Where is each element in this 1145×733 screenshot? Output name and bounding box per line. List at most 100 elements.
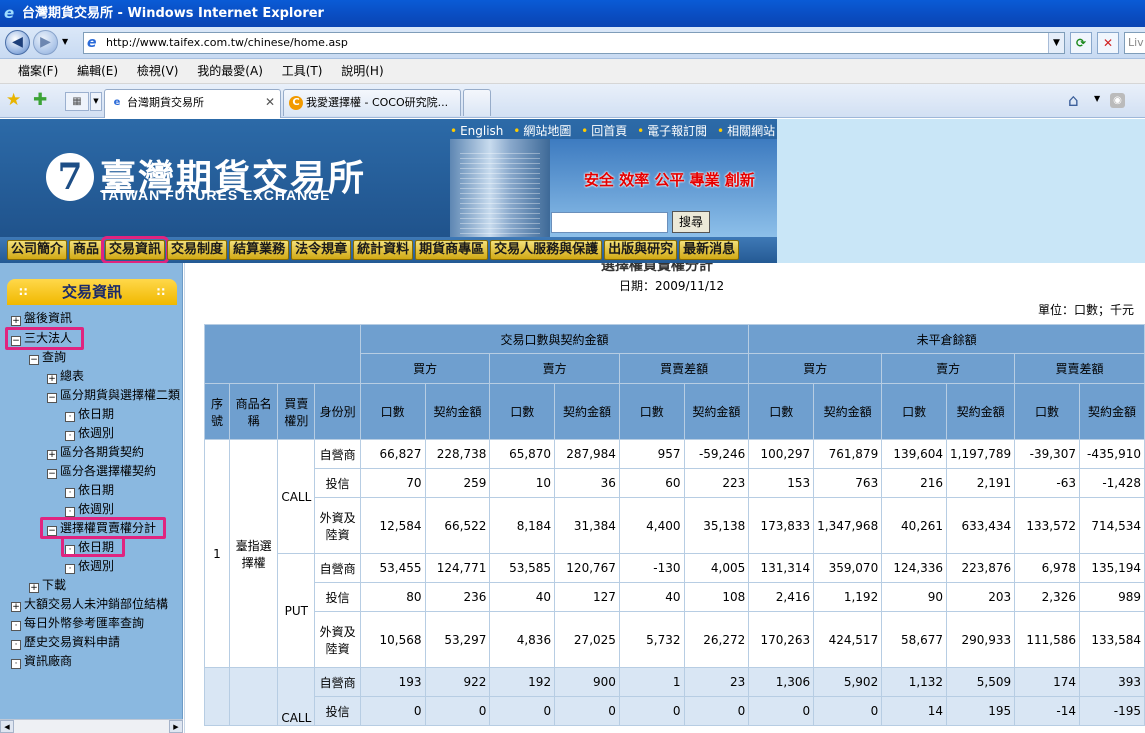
history-dropdown-icon[interactable]: ▼ <box>62 37 68 46</box>
tree-by-week[interactable]: · 依週別 <box>65 559 114 574</box>
nav-fcm[interactable]: 期貨商專區 <box>415 240 489 260</box>
tree-download[interactable]: + 下載 <box>29 578 66 593</box>
site-search-button[interactable]: 搜尋 <box>672 211 710 233</box>
report-title: 選擇權買賣權分計 <box>601 263 713 274</box>
refresh-button[interactable]: ⟳ <box>1070 32 1092 54</box>
tree-fx-rates[interactable]: · 每日外幣參考匯率查詢 <box>11 616 144 631</box>
menu-view[interactable]: 檢視(V) <box>137 59 179 83</box>
close-tab-icon[interactable]: ✕ <box>265 90 275 115</box>
link-sitemap[interactable]: 網站地圖 <box>523 124 571 138</box>
nav-trading-system[interactable]: 交易制度 <box>167 240 228 260</box>
tree-historical-data[interactable]: · 歷史交易資料申請 <box>11 635 120 650</box>
url-dropdown-icon[interactable]: ▼ <box>1048 33 1064 53</box>
menu-favorites[interactable]: 我的最愛(A) <box>197 59 263 83</box>
value-cell: 1 <box>618 667 685 697</box>
nav-news[interactable]: 最新消息 <box>679 240 740 260</box>
collapse-icon[interactable]: − <box>47 393 57 403</box>
expand-icon[interactable]: + <box>29 583 39 593</box>
tab-taifex[interactable]: e 台灣期貨交易所 ✕ <box>104 89 281 118</box>
nav-statistics[interactable]: 統計資料 <box>353 240 414 260</box>
value-cell: 120,767 <box>554 553 620 583</box>
header-open-interest: 未平倉餘額 <box>748 324 1145 354</box>
tree-vendors[interactable]: · 資訊廠商 <box>11 654 72 669</box>
identity-cell: 自營商 <box>314 667 361 697</box>
quick-tabs-icon[interactable]: ▦ <box>65 92 89 111</box>
new-tab-button[interactable] <box>463 89 491 116</box>
nav-clearing[interactable]: 結算業務 <box>229 240 290 260</box>
bullet-icon: • <box>717 124 725 138</box>
tree-summary[interactable]: + 總表 <box>47 369 84 384</box>
tree-label: 依週別 <box>78 559 115 573</box>
bullet-icon: • <box>637 124 645 138</box>
menu-help[interactable]: 說明(H) <box>341 59 383 83</box>
collapse-icon[interactable]: − <box>29 355 39 365</box>
value-cell: 4,005 <box>683 553 750 583</box>
value-cell: 714,534 <box>1078 497 1145 554</box>
favorites-star-icon[interactable]: ★ <box>6 90 21 110</box>
nav-investor-protection[interactable]: 交易人服務與保護 <box>490 240 603 260</box>
value-cell: -59,246 <box>683 439 750 469</box>
expand-icon[interactable]: + <box>11 602 21 612</box>
value-cell: -130 <box>618 553 685 583</box>
value-cell: 223,876 <box>946 553 1016 583</box>
scroll-left-icon[interactable]: ◀ <box>0 720 14 733</box>
url-input[interactable]: e http://www.taifex.com.tw/chinese/home.… <box>83 32 1065 54</box>
forward-button[interactable]: ▶ <box>33 30 58 55</box>
rss-feed-icon[interactable]: ◉ <box>1110 93 1125 108</box>
tree-after-hours[interactable]: + 盤後資訊 <box>11 311 72 326</box>
link-newsletter[interactable]: 電子報訂閱 <box>647 124 707 138</box>
value-cell: 1,306 <box>748 667 815 697</box>
value-cell: 287,984 <box>554 439 620 469</box>
link-related-sites[interactable]: 相關網站 <box>727 124 775 138</box>
nav-products[interactable]: 商品 <box>69 240 104 260</box>
collapse-icon[interactable]: − <box>47 469 57 479</box>
tree-label: 區分各選擇權契約 <box>60 464 157 478</box>
menu-tools[interactable]: 工具(T) <box>282 59 323 83</box>
tree-label: 區分各期貨契約 <box>60 445 145 459</box>
tree-by-date[interactable]: · 依日期 <box>65 483 114 498</box>
site-search-input[interactable] <box>551 212 668 233</box>
tree-large-trader[interactable]: + 大額交易人未沖銷部位結構 <box>11 597 168 612</box>
tree-by-week[interactable]: · 依週別 <box>65 426 114 441</box>
expand-icon[interactable]: + <box>47 374 57 384</box>
back-button[interactable]: ◀ <box>5 30 30 55</box>
tree-options-contracts[interactable]: − 區分各選擇權契約 <box>47 464 156 479</box>
tree-label: 下載 <box>42 578 67 592</box>
expand-icon[interactable]: + <box>47 450 57 460</box>
nav-regulations[interactable]: 法令規章 <box>291 240 352 260</box>
value-cell: -195 <box>1078 696 1145 726</box>
tree-by-date[interactable]: · 依日期 <box>65 407 114 422</box>
nav-company[interactable]: 公司簡介 <box>7 240 68 260</box>
value-cell: 4,836 <box>489 611 556 668</box>
tree-futures-contracts[interactable]: + 區分各期貨契約 <box>47 445 144 460</box>
identity-cell: 投信 <box>314 696 361 726</box>
sidebar-horizontal-scrollbar[interactable]: ◀ ▶ <box>0 719 183 733</box>
value-cell: 40 <box>489 582 556 612</box>
link-home[interactable]: 回首頁 <box>591 124 627 138</box>
nav-publications[interactable]: 出版與研究 <box>604 240 678 260</box>
nav-trading-info[interactable]: 交易資訊 <box>101 236 170 263</box>
value-cell: -14 <box>1014 696 1080 726</box>
menu-file[interactable]: 檔案(F) <box>18 59 58 83</box>
taifex-logo-icon[interactable]: 7 <box>46 153 94 201</box>
tree-futures-options[interactable]: − 區分期貨與選擇權二類 <box>47 388 180 403</box>
link-english[interactable]: English <box>460 124 503 138</box>
home-icon[interactable]: ⌂ <box>1068 91 1079 111</box>
tree-query[interactable]: − 查詢 <box>29 350 66 365</box>
home-dropdown-icon[interactable]: ▼ <box>1094 94 1100 103</box>
value-cell: 111,586 <box>1014 611 1080 668</box>
live-search-input[interactable]: Liv <box>1124 32 1145 54</box>
tab-coco[interactable]: C 我愛選擇權 - COCO研究院... <box>283 89 461 116</box>
menu-edit[interactable]: 編輯(E) <box>77 59 118 83</box>
stop-button[interactable]: ✕ <box>1097 32 1119 54</box>
leaf-icon: · <box>65 507 75 517</box>
col-contracts: 口數 <box>748 383 815 440</box>
logo-english: TAIWAN FUTURES EXCHANGE <box>100 187 331 203</box>
coco-favicon-icon: C <box>289 96 303 110</box>
add-favorites-icon[interactable]: ✚ <box>33 90 47 110</box>
expand-icon[interactable]: + <box>11 316 21 326</box>
tab-list-dropdown-icon[interactable]: ▼ <box>90 92 102 111</box>
tree-label: 每日外幣參考匯率查詢 <box>24 616 145 630</box>
scroll-right-icon[interactable]: ▶ <box>169 720 183 733</box>
tree-by-week[interactable]: · 依週別 <box>65 502 114 517</box>
